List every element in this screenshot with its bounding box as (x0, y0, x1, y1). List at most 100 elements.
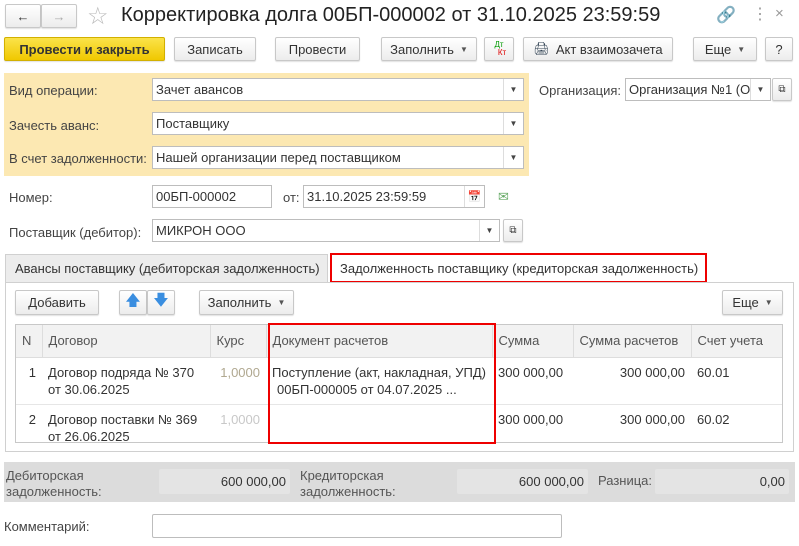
tab-advances-label: Авансы поставщику (дебиторская задолженн… (15, 261, 320, 276)
supplier-select[interactable]: МИКРОН ООО ▼ (152, 219, 500, 242)
act-label: Акт взаимозачета (555, 41, 663, 57)
date-input[interactable]: 31.10.2025 23:59:59 📅 (303, 185, 485, 208)
credit-total: 600 000,00 (457, 469, 588, 494)
act-button[interactable]: 🖨 Акт взаимозачета (523, 37, 673, 61)
row-sum-calc: 300 000,00 (573, 357, 691, 405)
col-n[interactable]: N (16, 325, 43, 358)
organization-select[interactable]: Организация №1 (О(▼ (625, 78, 771, 101)
contract-line2: от 30.06.2025 (48, 381, 130, 397)
operation-label: Вид операции: (9, 83, 98, 98)
back-button[interactable]: ← (5, 4, 41, 28)
comment-label: Комментарий: (4, 519, 90, 534)
table-row[interactable]: 2 Договор поставки № 369 от 26.06.2025 1,… (16, 404, 782, 451)
offset-value: Поставщику (156, 116, 230, 131)
save-button[interactable]: Записать (174, 37, 256, 61)
diff-total: 0,00 (655, 469, 789, 494)
printer-icon: 🖨 (533, 41, 550, 56)
col-sum-calc[interactable]: Сумма расчетов (573, 325, 692, 358)
chevron-down-icon: ▼ (277, 298, 286, 307)
row-n: 1 (16, 357, 42, 405)
tab-fill-label: Заполнить (207, 295, 272, 310)
supplier-label: Поставщик (дебитор): (9, 225, 142, 240)
col-document[interactable]: Документ расчетов (266, 325, 493, 358)
debit-total: 600 000,00 (159, 469, 290, 494)
row-rate: 1,0000 (210, 357, 266, 405)
forward-button[interactable]: → (41, 4, 77, 28)
close-icon[interactable]: × (775, 5, 784, 22)
calendar-icon[interactable]: 📅 (464, 186, 484, 207)
chevron-down-icon: ▼ (459, 44, 468, 54)
tab-fill-button[interactable]: Заполнить ▼ (199, 290, 294, 315)
debt-value: Нашей организации перед поставщиком (156, 150, 401, 165)
table-row[interactable]: 1 Договор подряда № 370 от 30.06.2025 1,0… (16, 357, 782, 405)
col-rate[interactable]: Курс (210, 325, 267, 358)
move-down-button[interactable]: 🡇 (147, 290, 175, 315)
chevron-down-icon[interactable]: ▼ (503, 147, 523, 168)
credit-label: Кредиторская задолженность: (300, 468, 396, 500)
contract-line1: Договор поставки № 369 (48, 411, 198, 427)
credit-label-line2: задолженность: (300, 484, 396, 499)
row-sum-calc: 300 000,00 (619, 411, 685, 427)
chevron-down-icon[interactable]: ▼ (503, 79, 523, 100)
tab-debt[interactable]: Задолженность поставщику (кредиторская з… (330, 253, 707, 283)
fill-button[interactable]: Заполнить ▼ (381, 37, 477, 61)
chevron-down-icon[interactable]: ▼ (750, 79, 770, 100)
date-value: 31.10.2025 23:59:59 (307, 189, 427, 204)
debt-select[interactable]: Нашей организации перед поставщиком ▼ (152, 146, 524, 169)
more-button[interactable]: Еще ▼ (693, 37, 757, 61)
add-button[interactable]: Добавить (15, 290, 99, 315)
move-up-button[interactable]: 🡅 (119, 290, 147, 315)
kt-label: Кт (497, 48, 507, 57)
diff-label: Разница: (598, 473, 653, 488)
post-and-close-button[interactable]: Провести и закрыть (4, 37, 165, 61)
col-sum[interactable]: Сумма (492, 325, 574, 358)
chevron-down-icon: ▼ (737, 44, 746, 54)
favorite-star-icon[interactable]: ☆ (87, 2, 109, 31)
tab-advances[interactable]: Авансы поставщику (дебиторская задолженн… (5, 254, 328, 282)
doc-line1: Поступление (акт, накладная, УПД) (272, 364, 486, 380)
contract-line1: Договор подряда № 370 (48, 364, 195, 380)
row-sum: 300 000,00 (492, 357, 573, 405)
operation-select[interactable]: Зачет авансов ▼ (152, 78, 524, 101)
chevron-down-icon[interactable]: ▼ (479, 220, 499, 241)
row-contract[interactable]: Договор подряда № 370 от 30.06.2025 (42, 357, 210, 405)
row-account: 60.01 (691, 357, 782, 405)
contract-line2: от 26.06.2025 (48, 428, 130, 444)
dt-kt-button[interactable]: Дт Кт (484, 37, 514, 61)
date-label: от: (283, 190, 300, 205)
debit-label-line1: Дебиторская (6, 468, 84, 483)
post-button[interactable]: Провести (275, 37, 360, 61)
organization-label: Организация: (539, 83, 622, 98)
debit-label: Дебиторская задолженность: (6, 468, 102, 500)
supplier-open-button[interactable]: ⧉ (503, 219, 523, 242)
row-rate: 1,0000 (220, 411, 260, 427)
doc-line2: 00БП-000005 от 04.07.2025 ... (277, 381, 457, 397)
row-document[interactable] (266, 404, 492, 451)
settlements-table: N Договор Курс Документ расчетов Сумма С… (15, 324, 783, 444)
row-document[interactable]: Поступление (акт, накладная, УПД) 00БП-00… (266, 357, 492, 405)
link-icon[interactable]: 🔗 (716, 5, 736, 25)
credit-label-line1: Кредиторская (300, 468, 384, 483)
col-account[interactable]: Счет учета (691, 325, 782, 358)
tab-more-button[interactable]: Еще ▼ (722, 290, 783, 315)
operation-value: Зачет авансов (156, 82, 244, 97)
help-button[interactable]: ? (765, 37, 793, 61)
debit-label-line2: задолженность: (6, 484, 102, 499)
row-contract[interactable]: Договор поставки № 369 от 26.06.2025 (42, 404, 210, 451)
supplier-value: МИКРОН ООО (156, 223, 246, 238)
offset-label: Зачесть аванс: (9, 118, 100, 133)
offset-select[interactable]: Поставщику ▼ (152, 112, 524, 135)
organization-open-button[interactable]: ⧉ (772, 78, 792, 101)
chevron-down-icon[interactable]: ▼ (503, 113, 523, 134)
fill-label: Заполнить (390, 41, 454, 57)
number-input[interactable]: 00БП-000002 (152, 185, 272, 208)
comment-check-icon[interactable]: ✉ (498, 189, 509, 205)
chevron-down-icon: ▼ (764, 298, 773, 307)
col-contract[interactable]: Договор (42, 325, 211, 358)
table-header: N Договор Курс Документ расчетов Сумма С… (16, 325, 782, 358)
more-label: Еще (704, 41, 732, 57)
menu-dots-icon[interactable]: ⋮ (752, 4, 768, 24)
tab-debt-label: Задолженность поставщику (кредиторская з… (340, 261, 699, 276)
tab-more-label: Еще (732, 295, 759, 310)
comment-input[interactable] (152, 514, 562, 538)
